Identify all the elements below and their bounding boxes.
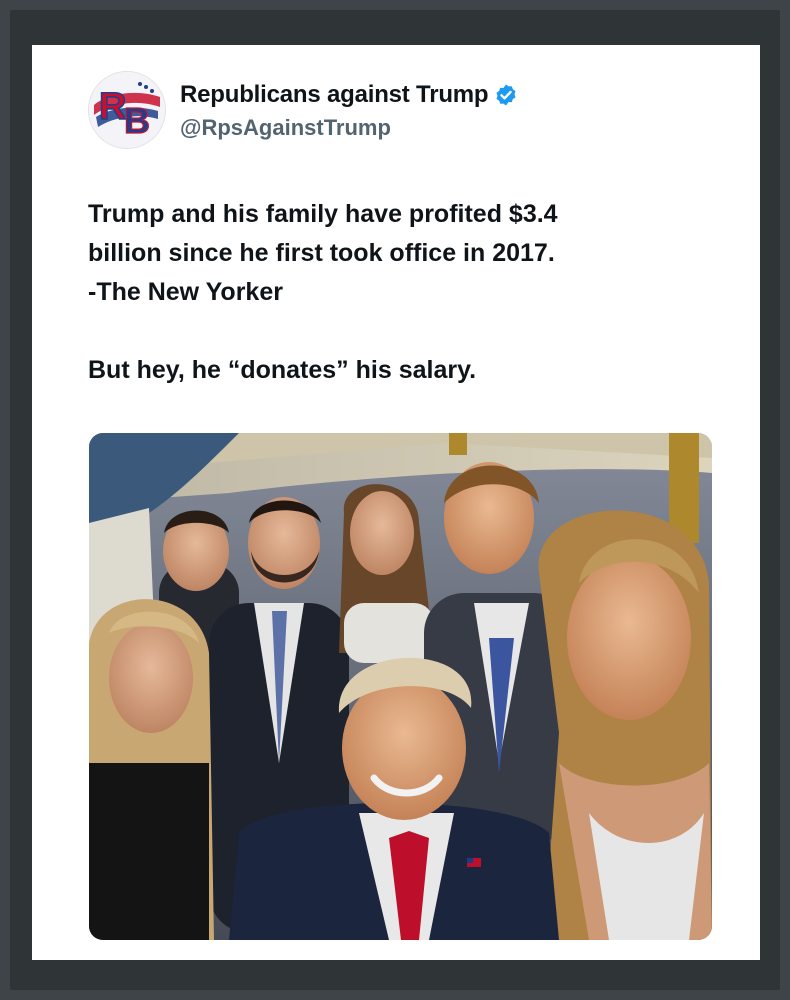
tweet-text: Trump and his family have profited $3.4 … [88,195,708,390]
tweet-media-photo[interactable] [89,433,712,940]
tweet-text-line: -The New Yorker [88,278,283,306]
tweet-text-line: But hey, he “donates” his salary. [88,356,477,384]
tweet-card[interactable]: R B Republicans against Trump @RpsAgains… [32,45,760,960]
tweet-header: R B Republicans against Trump @RpsAgains… [88,71,708,151]
display-name[interactable]: Republicans against Trump [180,81,489,109]
tweet-text-line: billion since he first took office in 20… [88,239,555,267]
verified-badge-icon [496,84,516,106]
handle[interactable]: @RpsAgainstTrump [180,115,391,141]
svg-text:B: B [124,100,150,141]
tweet-text-line: Trump and his family have profited $3.4 [88,200,558,228]
rb-logo-icon: R B [89,72,165,148]
svg-text:R: R [99,86,126,128]
photo-icon [89,433,712,940]
name-row: Republicans against Trump [180,81,518,109]
avatar[interactable]: R B [88,71,166,149]
